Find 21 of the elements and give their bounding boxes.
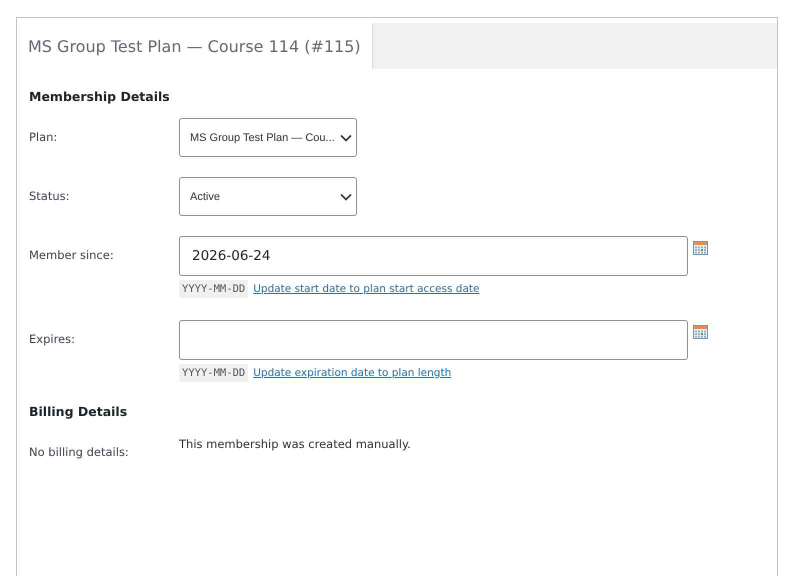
chevron-down-icon: [340, 192, 352, 200]
field-label: Expires:: [29, 331, 76, 346]
field-label: Status:: [29, 188, 71, 203]
field-label: Member since:: [29, 247, 115, 262]
tab[interactable]: MS Group Test Plan — Course 114 (#115): [17, 23, 373, 69]
billing-note: This membership was created manually.: [179, 436, 412, 451]
field-label: Plan:: [29, 129, 58, 144]
section-heading: Billing Details: [29, 404, 128, 419]
date-format: YYYY-MM-DD: [179, 364, 248, 382]
update-link[interactable]: Update expiration date to plan length: [253, 367, 452, 379]
section-heading: Membership Details: [29, 89, 171, 104]
select-field[interactable]: Active: [179, 177, 357, 216]
calendar-icon[interactable]: [693, 325, 708, 339]
chevron-down-icon: [340, 134, 352, 142]
field-label: No billing details:: [29, 444, 130, 459]
date-field[interactable]: 2026-06-24: [179, 236, 688, 276]
select-field[interactable]: MS Group Test Plan — Cou...: [179, 118, 357, 157]
date-format: YYYY-MM-DD: [179, 280, 248, 298]
calendar-icon[interactable]: [693, 241, 708, 255]
date-field[interactable]: [179, 320, 688, 360]
update-link[interactable]: Update start date to plan start access date: [253, 283, 480, 295]
